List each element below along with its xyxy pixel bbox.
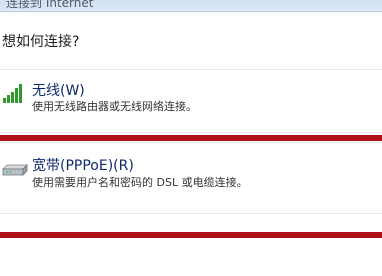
page-heading: 想如何连接? (2, 34, 80, 50)
option-wireless-label: 无线(W) (32, 83, 85, 99)
wireless-signal-icon (3, 84, 22, 103)
window-titlebar: 连接到 Internet (0, 0, 382, 12)
option-broadband[interactable]: 宽带(PPPoE)(R) 使用需要用户名和密码的 DSL 或电缆连接。 (0, 142, 382, 214)
highlight-line-top (0, 135, 382, 141)
option-wireless-description: 使用无线路由器或无线网络连接。 (32, 100, 197, 113)
option-wireless[interactable]: 无线(W) 使用无线路由器或无线网络连接。 (0, 69, 382, 133)
option-broadband-description: 使用需要用户名和密码的 DSL 或电缆连接。 (32, 176, 248, 189)
broadband-modem-icon (2, 164, 28, 176)
option-broadband-label: 宽带(PPPoE)(R) (32, 158, 134, 174)
window-title: 连接到 Internet (6, 0, 94, 10)
dialog-bottom-area (0, 238, 382, 276)
